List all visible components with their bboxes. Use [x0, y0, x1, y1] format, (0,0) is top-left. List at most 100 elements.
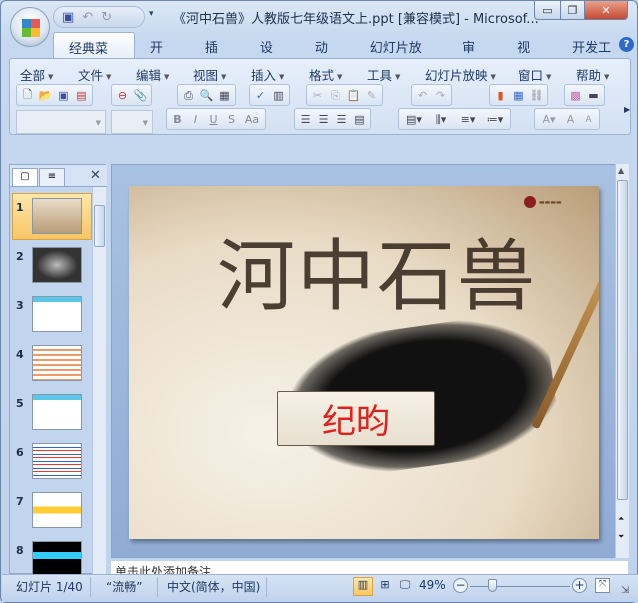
tab-classic-menu[interactable]: 经典菜单	[53, 32, 135, 76]
tab-insert[interactable]: 插入	[190, 32, 245, 75]
shadow-button[interactable]: S	[223, 111, 240, 128]
cut-icon[interactable]: ✂	[309, 87, 326, 104]
line-spacing-icon[interactable]: ▤▾	[401, 111, 427, 128]
tab-review[interactable]: 审阅	[447, 32, 502, 75]
menu-format[interactable]: 格式 ▼	[309, 65, 367, 84]
tab-home[interactable]: 开始	[135, 32, 190, 75]
permission-icon[interactable]: ▤	[73, 87, 90, 104]
table-icon[interactable]: ▦	[510, 87, 527, 104]
menu-insert[interactable]: 插入 ▼	[251, 65, 309, 84]
slide-thumbnail-1[interactable]	[32, 198, 82, 234]
print-preview-icon[interactable]: 🔍	[198, 87, 215, 104]
attach-icon[interactable]: 📎	[132, 87, 149, 104]
open-icon[interactable]: 📂	[37, 87, 54, 104]
grayscale-icon[interactable]: ▬	[585, 87, 602, 104]
slide-thumbnail-7[interactable]	[32, 492, 82, 528]
redo-icon[interactable]: ↷	[432, 87, 449, 104]
hyperlink-icon[interactable]: ⛓	[528, 87, 545, 104]
menu-slideshow[interactable]: 幻灯片放映 ▼	[425, 65, 518, 84]
bold-button[interactable]: B	[169, 111, 186, 128]
customize-qat-icon[interactable]: ▾	[149, 9, 154, 19]
slide-thumbnail-2[interactable]	[32, 247, 82, 283]
tab-slides[interactable]: ▢	[12, 168, 38, 186]
close-button[interactable]: ✕	[584, 1, 628, 20]
chart-icon[interactable]: ▮	[492, 87, 509, 104]
menu-help[interactable]: 帮助 ▼	[576, 65, 609, 84]
scrollbar-thumb[interactable]	[617, 180, 628, 500]
slideshow-button[interactable]: 🖵	[395, 578, 415, 592]
fit-to-window-icon[interactable]: ⤧	[595, 578, 610, 593]
tab-view[interactable]: 视图	[502, 32, 557, 75]
shrink-font-icon[interactable]: A	[580, 111, 597, 128]
slide-thumbnail-4[interactable]	[32, 345, 82, 381]
language[interactable]: 中文(简体，中国)	[167, 578, 260, 595]
ribbon-tabs: 经典菜单 开始 插入 设计 动画 幻灯片放映 审阅 视图 开发工具	[53, 32, 637, 76]
text-direction-icon[interactable]: ⫼▾	[428, 111, 454, 128]
previous-slide-icon[interactable]: ⏶	[618, 514, 624, 524]
tab-design[interactable]: 设计	[245, 32, 300, 75]
toolbar-overflow-icon[interactable]: ▶	[624, 105, 630, 114]
zoom-out-icon[interactable]: −	[453, 578, 468, 593]
align-left-icon[interactable]: ☰	[297, 111, 314, 128]
tab-outline[interactable]: ≡	[39, 168, 65, 186]
current-slide[interactable]: ▬▬▬▬ 河中石兽 纪昀	[129, 186, 599, 539]
font-size-combo[interactable]: ▼	[111, 110, 153, 134]
next-slide-icon[interactable]: ⏷	[618, 532, 624, 542]
office-button[interactable]	[10, 7, 50, 47]
resize-grip-icon[interactable]: ⇲	[621, 585, 629, 596]
zoom-slider-thumb[interactable]	[488, 579, 497, 592]
menu-tools[interactable]: 工具 ▼	[367, 65, 425, 84]
menu-view[interactable]: 视图 ▼	[193, 65, 251, 84]
print-icon[interactable]: ⎙	[180, 87, 197, 104]
zoom-in-icon[interactable]: +	[572, 578, 587, 593]
font-color-icon[interactable]: A▾	[537, 111, 561, 128]
scroll-up-icon[interactable]: ▲	[618, 166, 624, 175]
format-painter-icon[interactable]: ✎	[363, 87, 380, 104]
slide-thumbnail-3[interactable]	[32, 296, 82, 332]
save-icon[interactable]: ▣	[62, 10, 74, 25]
distribute-icon[interactable]: ▤	[351, 111, 368, 128]
slides-panel-scrollbar[interactable]	[92, 187, 106, 574]
permission-denied-icon[interactable]: ⊖	[114, 87, 131, 104]
close-panel-icon[interactable]: ✕	[90, 168, 101, 183]
menu-edit[interactable]: 编辑 ▼	[136, 65, 193, 84]
numbering-icon[interactable]: ≡▾	[455, 111, 481, 128]
redo-icon[interactable]: ↻	[101, 10, 112, 25]
grid-icon[interactable]: ▦	[216, 87, 233, 104]
help-icon[interactable]: ?	[619, 37, 634, 52]
zoom-level[interactable]: 49%	[419, 578, 446, 592]
research-icon[interactable]: ▥	[270, 87, 287, 104]
slide-thumbnail-5[interactable]	[32, 394, 82, 430]
slide-thumbnail-6[interactable]	[32, 443, 82, 479]
paste-icon[interactable]: 📋	[345, 87, 362, 104]
menu-all[interactable]: 全部 ▼	[20, 65, 78, 84]
new-icon[interactable]: 🗋	[19, 87, 36, 104]
undo-icon[interactable]: ↶	[414, 87, 431, 104]
zoom-slider[interactable]	[470, 586, 570, 587]
undo-icon[interactable]: ↶	[82, 10, 93, 25]
font-name-combo[interactable]: ▼	[16, 110, 106, 134]
tab-slideshow[interactable]: 幻灯片放映	[355, 32, 447, 75]
copy-icon[interactable]: ⎘	[327, 87, 344, 104]
spelling-icon[interactable]: ✓	[252, 87, 269, 104]
tab-animation[interactable]: 动画	[300, 32, 355, 75]
normal-view-button[interactable]: ▥	[353, 577, 373, 596]
slide-thumbnail-8[interactable]	[32, 541, 82, 577]
notes-pane[interactable]: 单击此处添加备注	[111, 561, 628, 575]
menu-window[interactable]: 窗口 ▼	[518, 65, 576, 84]
slide-scrollbar[interactable]: ▲ ⏶ ⏷	[615, 164, 629, 558]
bullets-icon[interactable]: ≔▾	[482, 111, 508, 128]
restore-button[interactable]: ❐	[560, 1, 585, 20]
minimize-button[interactable]: ▭	[534, 1, 561, 20]
save-icon[interactable]: ▣	[55, 87, 72, 104]
scrollbar-thumb[interactable]	[94, 205, 105, 247]
italic-button[interactable]: I	[187, 111, 204, 128]
slide-sorter-button[interactable]: ⊞	[375, 578, 395, 591]
change-case-button[interactable]: Aa	[241, 111, 263, 128]
color-scheme-icon[interactable]: ▩	[567, 87, 584, 104]
align-center-icon[interactable]: ☰	[315, 111, 332, 128]
menu-file[interactable]: 文件 ▼	[78, 65, 136, 84]
underline-button[interactable]: U	[205, 111, 222, 128]
grow-font-icon[interactable]: A	[562, 111, 579, 128]
align-right-icon[interactable]: ☰	[333, 111, 350, 128]
